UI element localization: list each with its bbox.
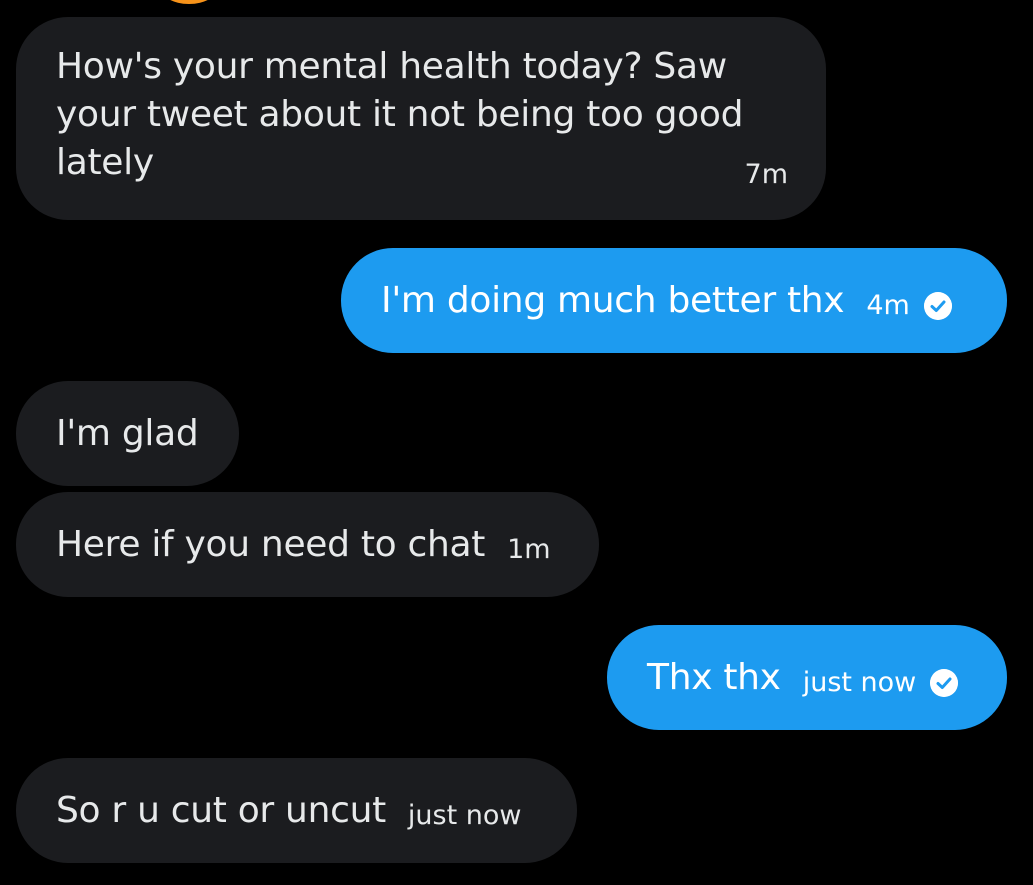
message-bubble-outgoing[interactable]: I'm doing much better thx 4m bbox=[341, 248, 1007, 353]
message-text: Here if you need to chat bbox=[56, 523, 486, 565]
message-text: How's your mental health today? Saw your… bbox=[56, 46, 744, 183]
sent-check-icon bbox=[923, 291, 952, 320]
message-timestamp: just now bbox=[802, 667, 917, 698]
sent-check-icon bbox=[930, 668, 959, 697]
message-bubble-incoming[interactable]: Here if you need to chat 1m bbox=[16, 492, 599, 597]
message-timestamp: just now bbox=[407, 800, 522, 831]
message-text: I'm glad bbox=[56, 412, 199, 454]
message-bubble-incoming[interactable]: How's your mental health today? Saw your… bbox=[16, 17, 826, 220]
message-bubble-outgoing[interactable]: Thx thx just now bbox=[607, 625, 1007, 730]
message-timestamp: 7m bbox=[744, 159, 788, 190]
message-text: So r u cut or uncut bbox=[56, 789, 386, 831]
message-bubble-incoming[interactable]: I'm glad bbox=[16, 381, 239, 486]
message-timestamp: 4m bbox=[866, 290, 910, 321]
avatar bbox=[160, 0, 218, 4]
message-text: I'm doing much better thx bbox=[381, 279, 845, 321]
message-text: Thx thx bbox=[647, 656, 781, 698]
message-timestamp: 1m bbox=[507, 534, 551, 565]
message-bubble-incoming[interactable]: So r u cut or uncut just now bbox=[16, 758, 577, 863]
